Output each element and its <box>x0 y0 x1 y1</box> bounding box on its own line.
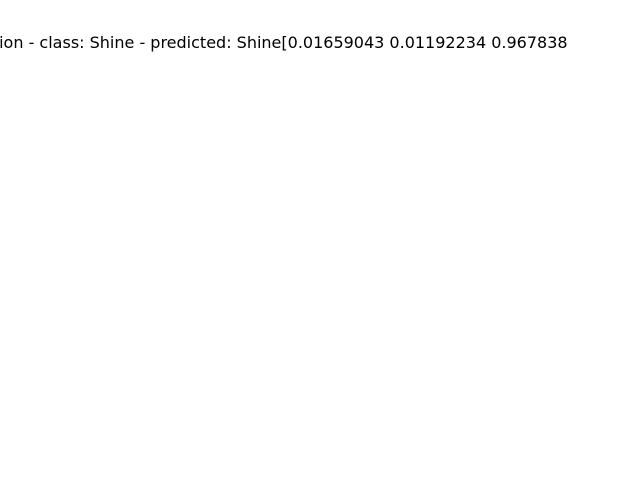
figure-title: Prediction - class: Shine - predicted: S… <box>0 33 568 52</box>
figure-canvas: Prediction - class: Shine - predicted: S… <box>0 0 640 480</box>
